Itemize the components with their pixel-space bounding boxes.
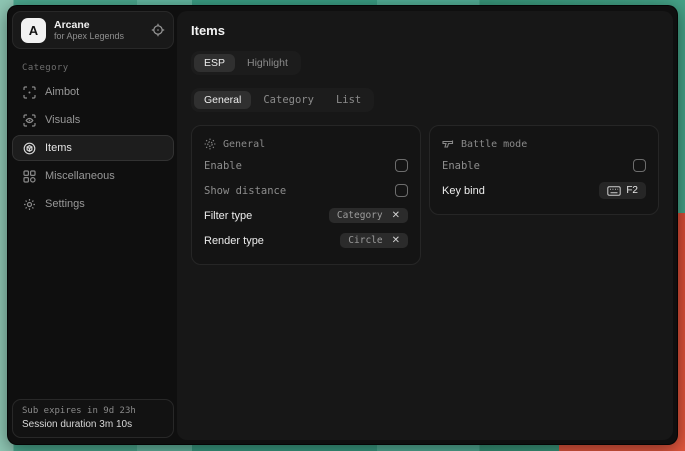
clear-render-type-icon[interactable]: ✕	[392, 235, 400, 246]
sidebar-item-label: Aimbot	[45, 86, 79, 98]
sidebar-item-miscellaneous[interactable]: Miscellaneous	[12, 163, 174, 189]
setting-label: Render type	[204, 235, 264, 247]
setting-row-enable: Enable	[442, 153, 646, 178]
panel-title: Battle mode	[461, 139, 527, 150]
brand-text: Arcane for Apex Legends	[54, 19, 143, 41]
panel-title: General	[223, 139, 265, 150]
eye-scan-icon	[23, 114, 36, 127]
setting-label: Enable	[204, 160, 242, 172]
package-icon	[23, 142, 36, 155]
subscription-card: Sub expires in 9d 23h Session duration 3…	[12, 399, 174, 438]
mode-tabbar: ESP Highlight	[191, 51, 301, 75]
render-type-value: Circle	[348, 235, 382, 246]
mode-tabs-row: ESP Highlight	[191, 51, 659, 75]
keyboard-icon	[607, 186, 621, 196]
tab-general[interactable]: General	[194, 91, 251, 109]
sidebar-spacer	[8, 219, 178, 399]
setting-row-key-bind: Key bind F2	[442, 178, 646, 203]
session-duration-text: Session duration 3m 10s	[22, 419, 164, 430]
grid-icon	[23, 170, 36, 183]
view-tabs-row: General Category List	[191, 88, 659, 112]
view-tabbar: General Category List	[191, 88, 374, 112]
sun-icon	[204, 138, 216, 150]
panels-row: General Enable Show distance Filter type…	[191, 125, 659, 265]
setting-row-render-type: Render type Circle ✕	[204, 228, 408, 253]
general-panel-header: General	[204, 135, 408, 153]
crosshair-icon[interactable]	[151, 23, 165, 37]
show-distance-checkbox[interactable]	[395, 184, 408, 197]
filter-type-select[interactable]: Category ✕	[329, 208, 408, 223]
setting-label: Filter type	[204, 210, 252, 222]
scan-crosshair-icon	[23, 86, 36, 99]
main-content: Items ESP Highlight General Category Lis…	[177, 11, 673, 440]
brand-name: Arcane	[54, 19, 143, 31]
sidebar-item-visuals[interactable]: Visuals	[12, 107, 174, 133]
category-section-label: Category	[22, 63, 178, 73]
enable-checkbox[interactable]	[395, 159, 408, 172]
clear-filter-type-icon[interactable]: ✕	[392, 210, 400, 221]
sidebar-item-label: Items	[45, 142, 72, 154]
sidebar-item-items[interactable]: Items	[12, 135, 174, 161]
general-panel: General Enable Show distance Filter type…	[191, 125, 421, 265]
battle-mode-panel: Battle mode Enable Key bind	[429, 125, 659, 215]
setting-label: Enable	[442, 160, 480, 172]
setting-label: Show distance	[204, 185, 286, 197]
setting-row-filter-type: Filter type Category ✕	[204, 203, 408, 228]
sidebar-item-aimbot[interactable]: Aimbot	[12, 79, 174, 105]
setting-label: Key bind	[442, 185, 485, 197]
brand-logo: A	[21, 18, 46, 43]
brand-subtitle: for Apex Legends	[54, 31, 143, 41]
tab-category[interactable]: Category	[253, 91, 324, 109]
gear-icon	[23, 198, 36, 211]
brand-card: A Arcane for Apex Legends	[12, 11, 174, 49]
setting-row-show-distance: Show distance	[204, 178, 408, 203]
sub-expiry-text: Sub expires in 9d 23h	[22, 406, 164, 416]
sidebar-item-label: Miscellaneous	[45, 170, 115, 182]
tab-highlight[interactable]: Highlight	[237, 54, 298, 72]
sidebar-item-label: Settings	[45, 198, 85, 210]
sidebar-nav: Aimbot Visuals	[8, 77, 178, 219]
sidebar-item-settings[interactable]: Settings	[12, 191, 174, 217]
sidebar: A Arcane for Apex Legends Category	[8, 6, 178, 444]
tab-list[interactable]: List	[326, 91, 371, 109]
setting-row-enable: Enable	[204, 153, 408, 178]
page-title: Items	[191, 23, 659, 38]
battle-enable-checkbox[interactable]	[633, 159, 646, 172]
sidebar-item-label: Visuals	[45, 114, 80, 126]
battle-mode-panel-header: Battle mode	[442, 135, 646, 153]
app-window: A Arcane for Apex Legends Category	[7, 5, 678, 445]
keybind-value: F2	[626, 185, 638, 196]
tab-esp[interactable]: ESP	[194, 54, 235, 72]
gun-icon	[442, 138, 454, 150]
keybind-button[interactable]: F2	[599, 182, 646, 199]
render-type-select[interactable]: Circle ✕	[340, 233, 408, 248]
filter-type-value: Category	[337, 210, 383, 221]
